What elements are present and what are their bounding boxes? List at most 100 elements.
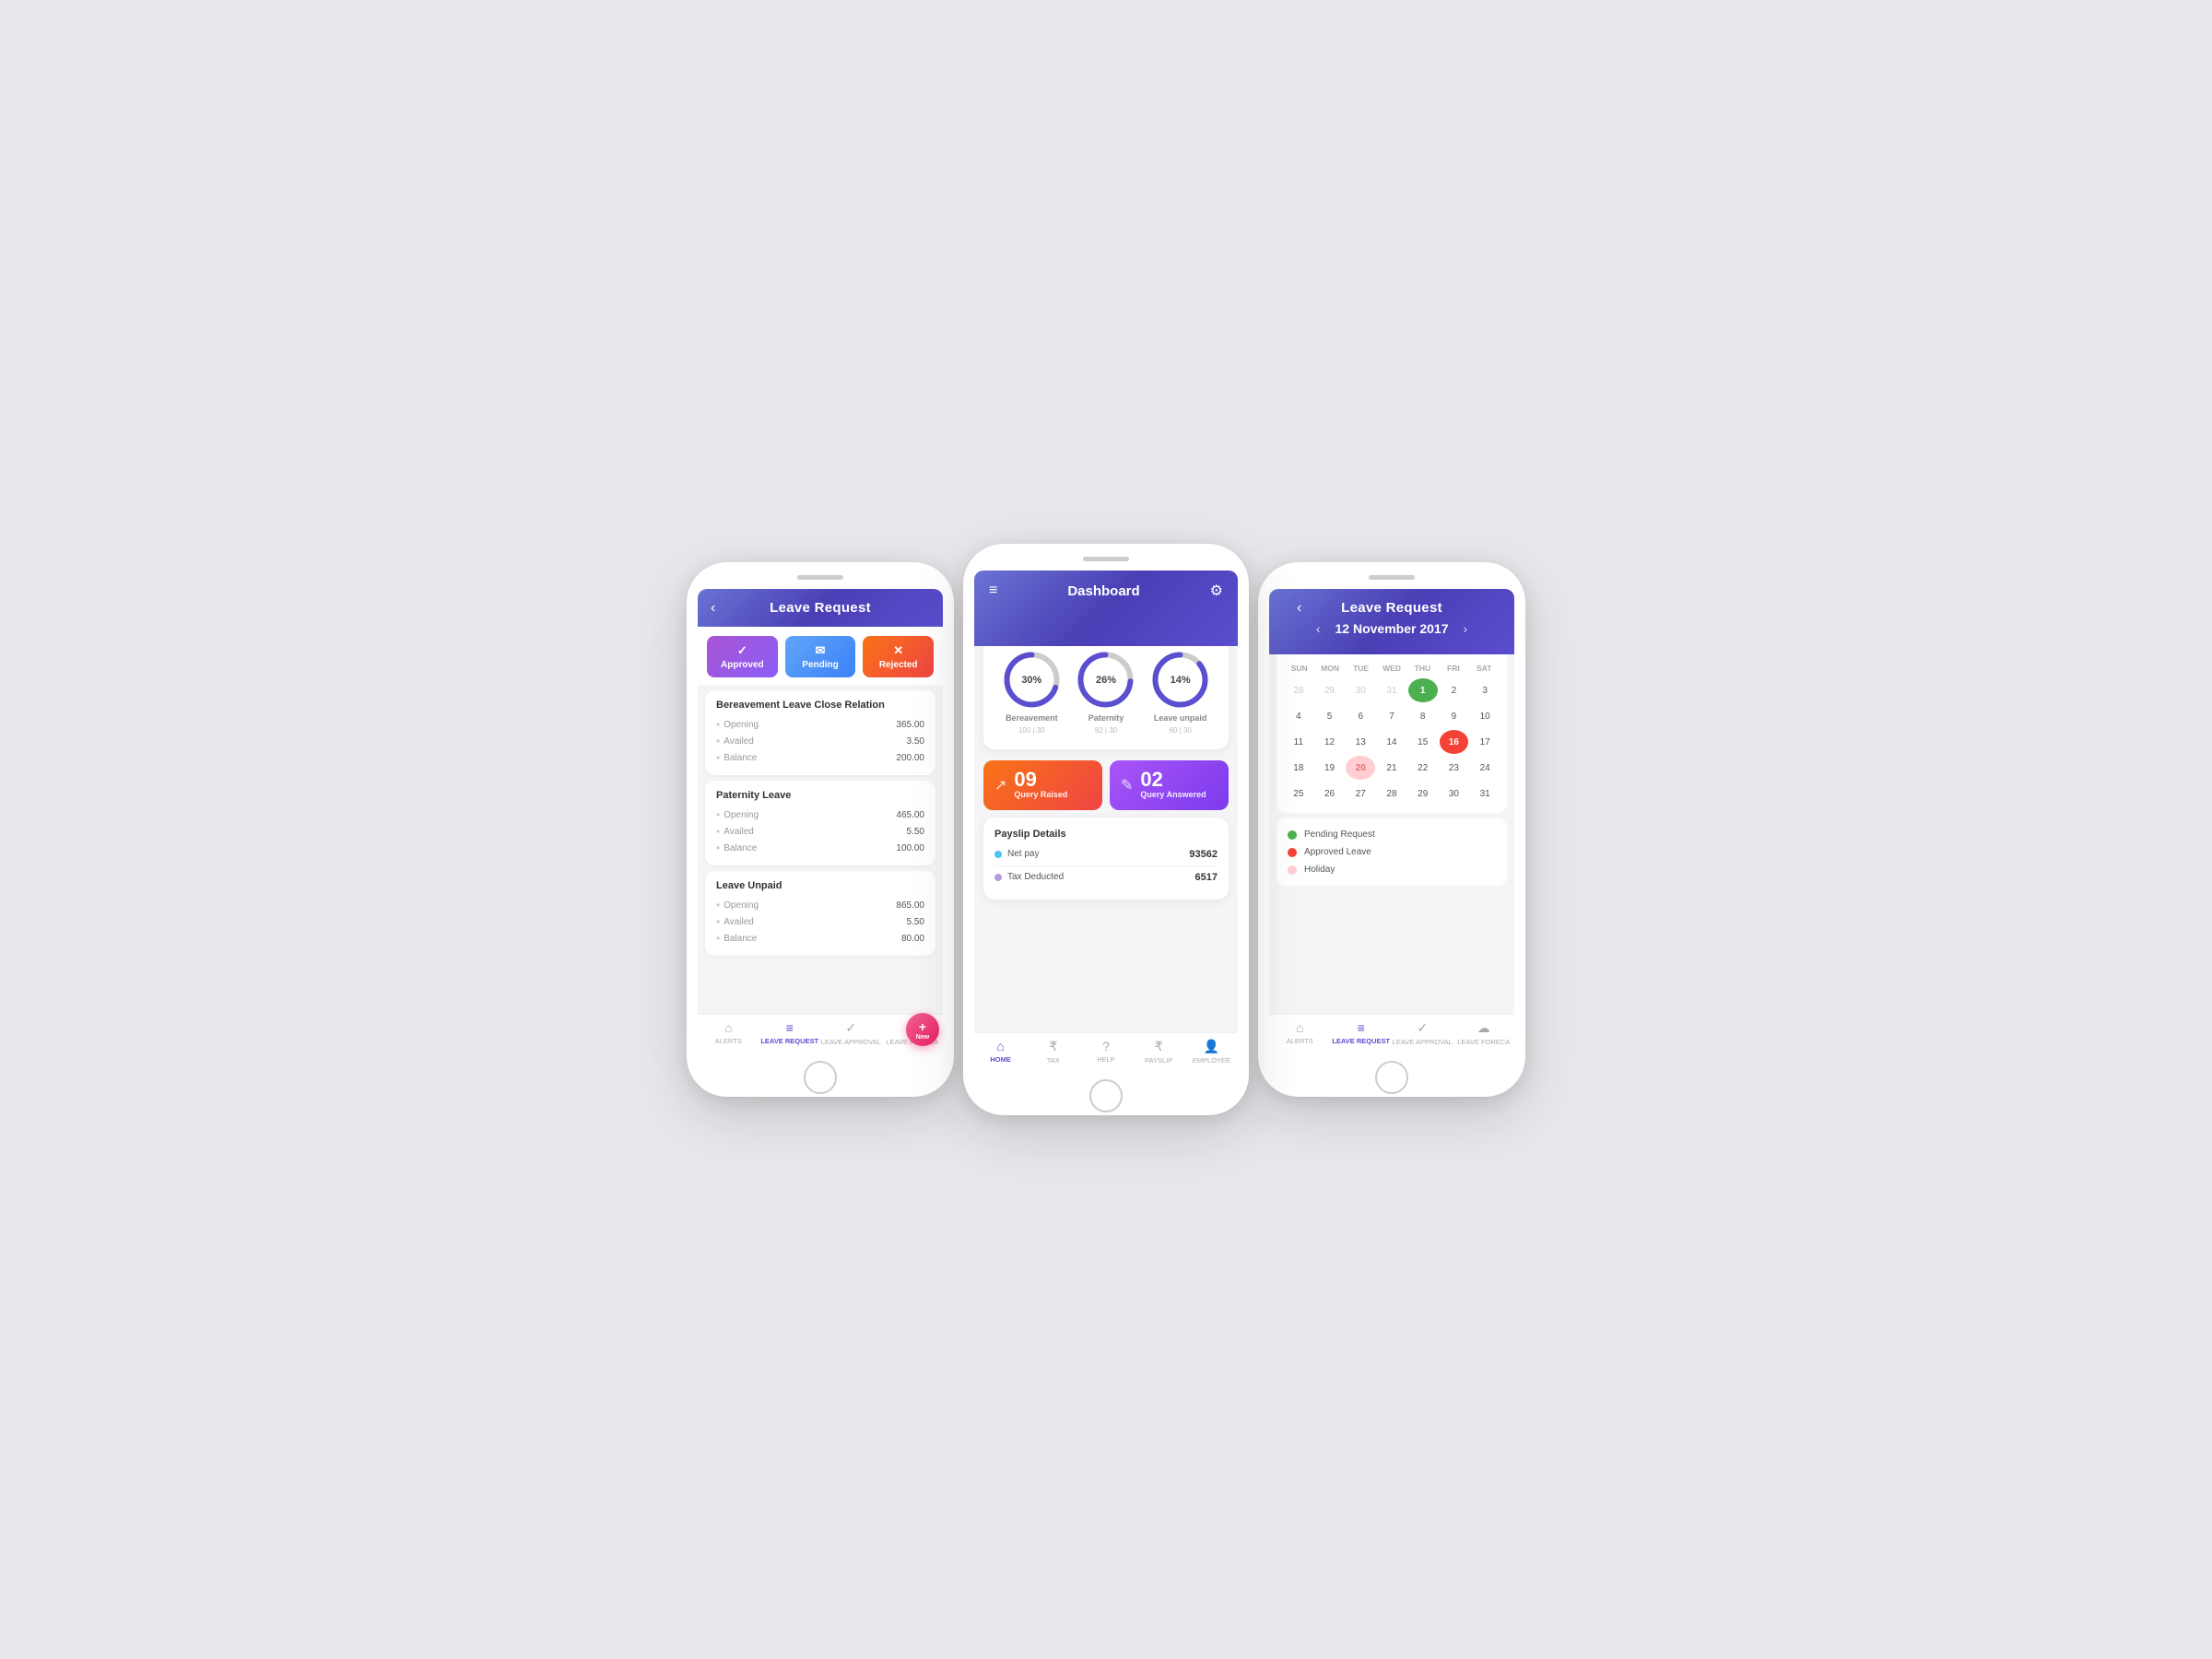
nav-leave-request-left[interactable]: ≡ LEAVE REQUEST <box>759 1020 821 1046</box>
cal-cell-23[interactable]: 23 <box>1440 756 1469 780</box>
query-row: ↗ 09 Query Raised ✎ 02 Query Answered <box>983 760 1229 810</box>
settings-icon[interactable]: ⚙ <box>1210 582 1223 600</box>
next-month-btn[interactable]: › <box>1463 621 1467 636</box>
home-button-left[interactable] <box>804 1061 837 1094</box>
cal-cell-11[interactable]: 11 <box>1284 730 1313 754</box>
cal-cell-3[interactable]: 3 <box>1470 678 1500 702</box>
calendar-header: ‹ Leave Request ‹ 12 November 2017 › <box>1269 589 1514 654</box>
cal-cell-8[interactable]: 8 <box>1408 704 1438 728</box>
cal-cell-4[interactable]: 4 <box>1284 704 1313 728</box>
nav-leave-approval-left[interactable]: ✓ LEAVE APPROVAL <box>820 1020 882 1046</box>
new-fab-button[interactable]: + New <box>906 1013 939 1046</box>
cal-cell-31[interactable]: 31 <box>1377 678 1406 702</box>
cal-cell-26[interactable]: 26 <box>1315 782 1345 806</box>
filter-approved[interactable]: ✓ Approved <box>707 636 778 677</box>
cal-cell-6[interactable]: 6 <box>1346 704 1375 728</box>
balance-label-3: Balance <box>716 932 757 945</box>
right-header-title: Leave Request <box>1341 600 1442 616</box>
cal-cell-28[interactable]: 28 <box>1377 782 1406 806</box>
cal-cell-1[interactable]: 1 <box>1408 678 1438 702</box>
nav-leave-forecast-right[interactable]: ☁ LEAVE FORECA <box>1453 1020 1515 1046</box>
cal-cell-2[interactable]: 2 <box>1440 678 1469 702</box>
nav-alerts-left[interactable]: ⌂ ALERTS <box>698 1020 759 1046</box>
cal-cell-17[interactable]: 17 <box>1470 730 1500 754</box>
left-back-btn[interactable]: ‹ <box>711 600 715 617</box>
leave-list: Bereavement Leave Close Relation Opening… <box>698 685 943 1014</box>
balance-label-1: Balance <box>716 751 757 764</box>
day-fri: FRI <box>1438 662 1468 675</box>
nav-alerts-right[interactable]: ⌂ ALERTS <box>1269 1020 1331 1046</box>
nav-leave-approval-right[interactable]: ✓ LEAVE APPROVAL <box>1392 1020 1453 1046</box>
circle-name-2: Paternity <box>1088 713 1124 723</box>
circle-paternity: 26% Paternity 82 | 30 <box>1076 650 1135 735</box>
cal-cell-29[interactable]: 29 <box>1408 782 1438 806</box>
availed-value-1: 3.50 <box>907 736 924 747</box>
table-row: Balance 100.00 <box>716 840 924 856</box>
cal-month-year: 12 November 2017 <box>1335 621 1449 636</box>
nav-tax-center[interactable]: ₹ TAX <box>1027 1039 1079 1065</box>
cal-cell-24[interactable]: 24 <box>1470 756 1500 780</box>
payslip-card: Payslip Details Net pay 93562 Tax Deduct… <box>983 818 1229 900</box>
calendar-body: SUN MON TUE WED THU FRI SAT 282930311234… <box>1269 654 1514 1014</box>
cal-cell-15[interactable]: 15 <box>1408 730 1438 754</box>
payslip-row-tax: Tax Deducted 6517 <box>994 866 1218 888</box>
cal-cell-29[interactable]: 29 <box>1315 678 1345 702</box>
prev-month-btn[interactable]: ‹ <box>1316 621 1321 636</box>
cal-grid: 2829303112345678910111213141516171819202… <box>1284 678 1500 806</box>
cal-cell-22[interactable]: 22 <box>1408 756 1438 780</box>
nav-alerts-label: ALERTS <box>715 1037 742 1045</box>
legend-approved-dot <box>1288 848 1297 857</box>
circle-chart-2: 26% <box>1076 650 1135 710</box>
cal-cell-12[interactable]: 12 <box>1315 730 1345 754</box>
left-header: ‹ Leave Request <box>698 589 943 627</box>
cal-cell-28[interactable]: 28 <box>1284 678 1313 702</box>
menu-icon[interactable]: ≡ <box>989 582 997 599</box>
cal-cell-19[interactable]: 19 <box>1315 756 1345 780</box>
cal-cell-31[interactable]: 31 <box>1470 782 1500 806</box>
cal-grid-container: SUN MON TUE WED THU FRI SAT 282930311234… <box>1277 654 1507 813</box>
nav-help-center[interactable]: ? HELP <box>1079 1039 1132 1065</box>
table-row: Availed 3.50 <box>716 733 924 749</box>
cal-cell-16[interactable]: 16 <box>1440 730 1469 754</box>
cal-cell-20[interactable]: 20 <box>1346 756 1375 780</box>
nav-leave-label: LEAVE REQUEST <box>760 1037 818 1045</box>
cal-cell-30[interactable]: 30 <box>1440 782 1469 806</box>
nav-approval-label: LEAVE APPROVAL <box>821 1038 881 1046</box>
circle-name-1: Bereavement <box>1006 713 1058 723</box>
query-raised-label: Query Raised <box>1014 790 1067 801</box>
filter-pending[interactable]: ✉ Pending <box>785 636 856 677</box>
cloud-icon-right: ☁ <box>1477 1020 1490 1036</box>
home-button-center[interactable] <box>1089 1079 1123 1112</box>
legend-pending-label: Pending Request <box>1304 830 1375 840</box>
circle-name-3: Leave unpaid <box>1154 713 1207 723</box>
cal-cell-5[interactable]: 5 <box>1315 704 1345 728</box>
cal-cell-13[interactable]: 13 <box>1346 730 1375 754</box>
filter-tabs: ✓ Approved ✉ Pending ✕ Rejected <box>698 627 943 685</box>
cal-cell-30[interactable]: 30 <box>1346 678 1375 702</box>
cal-cell-10[interactable]: 10 <box>1470 704 1500 728</box>
cal-cell-9[interactable]: 9 <box>1440 704 1469 728</box>
opening-value-1: 365.00 <box>896 720 924 730</box>
nav-home-center[interactable]: ⌂ HOME <box>974 1039 1027 1065</box>
cal-cell-18[interactable]: 18 <box>1284 756 1313 780</box>
filter-rejected[interactable]: ✕ Rejected <box>863 636 934 677</box>
cal-cell-14[interactable]: 14 <box>1377 730 1406 754</box>
availed-label-3: Availed <box>716 915 754 928</box>
center-phone: ≡ Dashboard ⚙ Leave Card Availed <box>963 544 1249 1115</box>
nav-payslip-center[interactable]: ₹ PAYSLIP <box>1133 1039 1185 1065</box>
right-back-btn[interactable]: ‹ <box>1297 600 1301 617</box>
cal-cell-27[interactable]: 27 <box>1346 782 1375 806</box>
nav-employee-center[interactable]: 👤 EMPLOYEE <box>1185 1039 1238 1065</box>
nav-alerts-right-label: ALERTS <box>1287 1037 1313 1045</box>
home-button-right[interactable] <box>1375 1061 1408 1094</box>
query-raised-card[interactable]: ↗ 09 Query Raised <box>983 760 1102 810</box>
day-mon: MON <box>1314 662 1345 675</box>
query-answered-card[interactable]: ✎ 02 Query Answered <box>1110 760 1229 810</box>
calendar-nav: ‹ 12 November 2017 › <box>1284 621 1500 636</box>
cal-cell-25[interactable]: 25 <box>1284 782 1313 806</box>
balance-label-2: Balance <box>716 841 757 854</box>
nav-payslip-label: PAYSLIP <box>1145 1056 1172 1065</box>
cal-cell-21[interactable]: 21 <box>1377 756 1406 780</box>
cal-cell-7[interactable]: 7 <box>1377 704 1406 728</box>
nav-leave-request-right[interactable]: ≡ LEAVE REQUEST <box>1331 1020 1393 1046</box>
